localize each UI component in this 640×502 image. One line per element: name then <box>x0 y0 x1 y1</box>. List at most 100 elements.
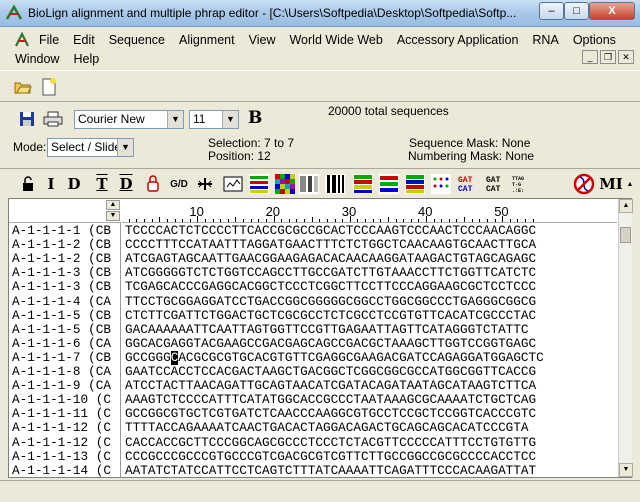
hand-lock-icon[interactable] <box>144 173 162 195</box>
ruler-tick <box>174 219 176 222</box>
sequence-row[interactable]: ATCGGGGGTCTCTGGTCCAGCCTTGCCGATCTTGTAAACC… <box>125 266 615 280</box>
menu-accessory-application[interactable]: Accessory Application <box>390 33 526 47</box>
sequence-row[interactable]: GCCGGCGTGCTCGTGATCTCAACCCAAGGCGTGCCTCCGC… <box>125 407 615 421</box>
color-blocks-icon[interactable] <box>274 173 296 195</box>
color-highlight-icon[interactable] <box>378 173 400 195</box>
color-stripes-icon[interactable] <box>404 173 426 195</box>
maximize-button[interactable]: □ <box>564 2 589 20</box>
consensus-icon[interactable]: TTAG T-G .:E: <box>510 173 532 195</box>
mdi-minimize-button[interactable]: _ <box>582 50 598 64</box>
delete-button[interactable]: D <box>66 173 82 195</box>
save-icon[interactable] <box>16 108 38 130</box>
sequence-name[interactable]: A-1-1-1-2 (CB <box>12 252 122 266</box>
sequence-row[interactable]: CCCCTTTCCATAATTTAGGATGAACTTTCTCTGGCTCAAC… <box>125 238 615 252</box>
sequence-row[interactable]: AATATCTATCCATTCCTCAGTCTTTATCAAAATTCAGATT… <box>125 464 615 478</box>
insert-all-button[interactable]: T <box>94 173 110 195</box>
chevron-down-icon[interactable]: ▼ <box>222 111 238 128</box>
gat-cat-color-icon[interactable]: GAT CAT <box>456 173 480 195</box>
sequence-row[interactable]: ATCCTACTTAACAGATTGCAGTAACATCGATACAGATAAT… <box>125 379 615 393</box>
new-document-icon[interactable] <box>38 76 60 98</box>
sequence-name[interactable]: A-1-1-1-2 (CB <box>12 238 122 252</box>
chevron-down-icon[interactable]: ▼ <box>117 139 133 156</box>
sequence-name[interactable]: A-1-1-1-3 (CB <box>12 280 122 294</box>
scroll-up-icon[interactable]: ▲ <box>619 199 633 213</box>
sequence-row[interactable]: TCGAGCACCCGAGGCACGGCTCCCTCGGCTTCCTTCCCAG… <box>125 280 615 294</box>
font-name-select[interactable]: Courier New ▼ <box>74 110 184 129</box>
menu-options[interactable]: Options <box>566 33 623 47</box>
ascii-view-icon[interactable] <box>248 173 270 195</box>
menu-file[interactable]: File <box>32 33 66 47</box>
sequence-row[interactable]: GAATCCACCTCCACGACTAAGCTGACGGCTCGGCGGCGCC… <box>125 365 615 379</box>
font-size-value: 11 <box>193 112 206 126</box>
sequence-name[interactable]: A-1-1-1-3 (CB <box>12 266 122 280</box>
mdi-close-button[interactable]: ✕ <box>618 50 634 64</box>
sequence-name[interactable]: A-1-1-1-6 (CA <box>12 337 122 351</box>
insert-button[interactable]: I <box>44 173 58 195</box>
sequence-name[interactable]: A-1-1-1-5 (CB <box>12 309 122 323</box>
menu-world-wide-web[interactable]: World Wide Web <box>282 33 389 47</box>
spin-up-icon[interactable]: ▲ <box>106 200 120 210</box>
sequence-row[interactable]: GCCGGGCACGCGCGTGCACGTGTTCGAGGCGAAGACGATC… <box>125 350 615 365</box>
bold-button[interactable]: B <box>248 108 262 128</box>
gat-cat-mono-icon[interactable]: GAT CAT <box>484 173 508 195</box>
dots-view-icon[interactable] <box>430 173 452 195</box>
sequence-row[interactable]: GACAAAAAATTCAATTAGTGGTTCCGTTGAGAATTAGTTC… <box>125 323 615 337</box>
sequence-row[interactable]: ATCGAGTAGCAATTGAACGGAAGAGACACAACAAGGATAA… <box>125 252 615 266</box>
spin-down-icon[interactable]: ▼ <box>106 211 120 221</box>
sequence-row[interactable]: GGCACGAGGTACGAAGCCGACGAGCAGCCGACGCTAAAGC… <box>125 337 615 351</box>
sequence-row[interactable]: TCCCCACTCTCCCCTTCACCGCGCCGCACTCCCAAGTCCC… <box>125 224 615 238</box>
sequence-name[interactable]: A-1-1-1-7 (CB <box>12 351 122 365</box>
close-button[interactable]: X <box>589 2 635 20</box>
mdi-restore-button[interactable]: ❐ <box>600 50 616 64</box>
menu-rna[interactable]: RNA <box>525 33 565 47</box>
menu-alignment[interactable]: Alignment <box>172 33 242 47</box>
sequence-name[interactable]: A-1-1-1-5 (CB <box>12 323 122 337</box>
menu-row-2: Window Help <box>8 49 106 69</box>
scroll-thumb[interactable] <box>620 227 631 243</box>
sequence-name[interactable]: A-1-1-1-9 (CA <box>12 379 122 393</box>
sequence-row[interactable]: CACCACCGCTTCCCGGCAGCGCCCTCCCTCTACGTTCCCC… <box>125 436 615 450</box>
ruler-icon[interactable] <box>222 173 244 195</box>
sequence-row[interactable]: AAAGTCTCCCCATTTCATATGGCACCGCCCTAATAAAGCG… <box>125 393 615 407</box>
sequence-name[interactable]: A-1-1-1-13 (C <box>12 450 122 464</box>
mi-button[interactable]: MI <box>599 173 623 195</box>
sequence-row[interactable]: TTTTACCAGAAAATCAACTGACACTAGGACAGACTGCAGC… <box>125 421 615 435</box>
color-text-icon[interactable] <box>352 173 374 195</box>
open-folder-icon[interactable] <box>12 76 34 98</box>
sequence-name[interactable]: A-1-1-1-14 (C <box>12 464 122 478</box>
alignment-editor[interactable]: ▲ ▼ 10 20 30 40 50 A-1-1-1-1 (CB TCCCCACTCTCC… <box>8 198 633 478</box>
lock-icon[interactable] <box>20 173 36 195</box>
grayscale-view-icon[interactable] <box>298 173 320 195</box>
delete-all-button[interactable]: D <box>118 173 134 195</box>
black-bars-icon[interactable] <box>324 173 346 195</box>
chevron-down-icon[interactable]: ▼ <box>167 111 183 128</box>
menu-help[interactable]: Help <box>66 52 106 66</box>
menu-edit[interactable]: Edit <box>66 33 102 47</box>
sequence-name[interactable]: A-1-1-1-12 (C <box>12 436 122 450</box>
menu-view[interactable]: View <box>242 33 283 47</box>
toolbar-scroll-icon[interactable]: ▲ <box>626 173 634 195</box>
ruler-tick <box>304 219 306 222</box>
scroll-down-icon[interactable]: ▼ <box>619 463 633 477</box>
sequence-name[interactable]: A-1-1-1-8 (CA <box>12 365 122 379</box>
sequence-name[interactable]: A-1-1-1-12 (C <box>12 421 122 435</box>
sequence-name[interactable]: A-1-1-1-10 (C <box>12 393 122 407</box>
gap-delete-button[interactable]: G/D <box>168 173 190 195</box>
sequence-row[interactable]: CTCTTCGATTCTGGACTGCTCGCGCCTCTCGCCTCCGTGT… <box>125 309 615 323</box>
sequence-row[interactable]: CCCGCCCGCCCGTGCCCGTCGACGCGTCGTTCTTGCCGGC… <box>125 450 615 464</box>
sequence-name[interactable]: A-1-1-1-4 (CA <box>12 295 122 309</box>
mode-select[interactable]: Select / Slide ▼ <box>47 138 134 157</box>
sequence-name[interactable]: A-1-1-1-1 (CB <box>12 224 122 238</box>
menu-window[interactable]: Window <box>8 52 66 66</box>
minimize-button[interactable]: – <box>539 2 564 20</box>
sequence-row[interactable]: TTCCTGCGGAGGATCCTGACCGGCGGGGGCGGCCTGGCGG… <box>125 295 615 309</box>
menu-sequence[interactable]: Sequence <box>102 33 172 47</box>
no-dna-icon[interactable] <box>572 173 596 195</box>
vertical-scrollbar[interactable]: ▲ ▼ <box>618 199 633 477</box>
ruler-tick <box>288 219 290 222</box>
sequence-name[interactable]: A-1-1-1-11 (C <box>12 407 122 421</box>
document-app-icon[interactable] <box>14 32 30 48</box>
print-icon[interactable] <box>42 108 64 130</box>
split-icon[interactable] <box>196 173 214 195</box>
font-size-select[interactable]: 11 ▼ <box>189 110 239 129</box>
